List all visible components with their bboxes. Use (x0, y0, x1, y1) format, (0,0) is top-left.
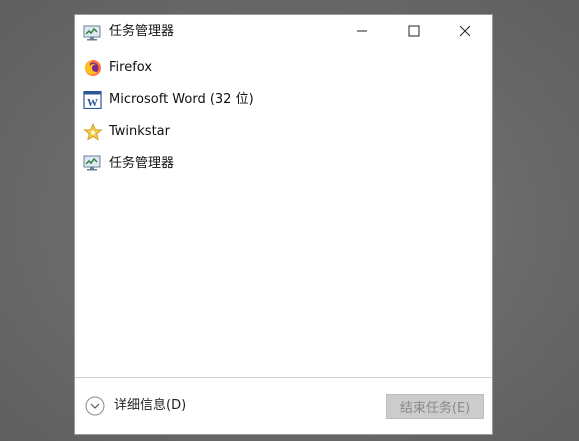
app-label: Twinkstar (109, 124, 170, 139)
list-item-twinkstar[interactable]: Twinkstar (75, 116, 492, 148)
chevron-down-icon (85, 396, 105, 416)
window-title: 任务管理器 (109, 24, 175, 39)
list-item-firefox[interactable]: Firefox (75, 52, 492, 84)
task-manager-icon (83, 155, 101, 171)
minimize-icon (357, 30, 367, 32)
close-button[interactable] (442, 15, 488, 47)
firefox-icon (85, 60, 101, 76)
list-item-word[interactable]: W Microsoft Word (32 位) (75, 84, 492, 116)
end-task-button[interactable]: 结束任务(E) (386, 394, 484, 419)
word-icon: W (83, 91, 102, 109)
app-label: Microsoft Word (32 位) (109, 92, 254, 107)
svg-text:W: W (87, 97, 98, 109)
minimize-button[interactable] (339, 15, 385, 47)
task-manager-icon (83, 25, 101, 41)
more-details-label: 详细信息(D) (114, 398, 187, 413)
more-details-toggle[interactable]: 详细信息(D) (85, 395, 186, 417)
maximize-button[interactable] (391, 15, 437, 47)
footer-divider (75, 377, 492, 378)
app-label: Firefox (109, 60, 153, 75)
list-item-task-manager[interactable]: 任务管理器 (75, 148, 492, 180)
app-label: 任务管理器 (109, 156, 175, 171)
title-bar[interactable]: 任务管理器 (75, 15, 492, 49)
maximize-icon (408, 25, 420, 37)
task-manager-window: 任务管理器 Firefox W Microsoft Word (32 位) Tw… (74, 14, 493, 435)
twinkstar-icon (83, 123, 103, 141)
close-icon (459, 25, 471, 37)
